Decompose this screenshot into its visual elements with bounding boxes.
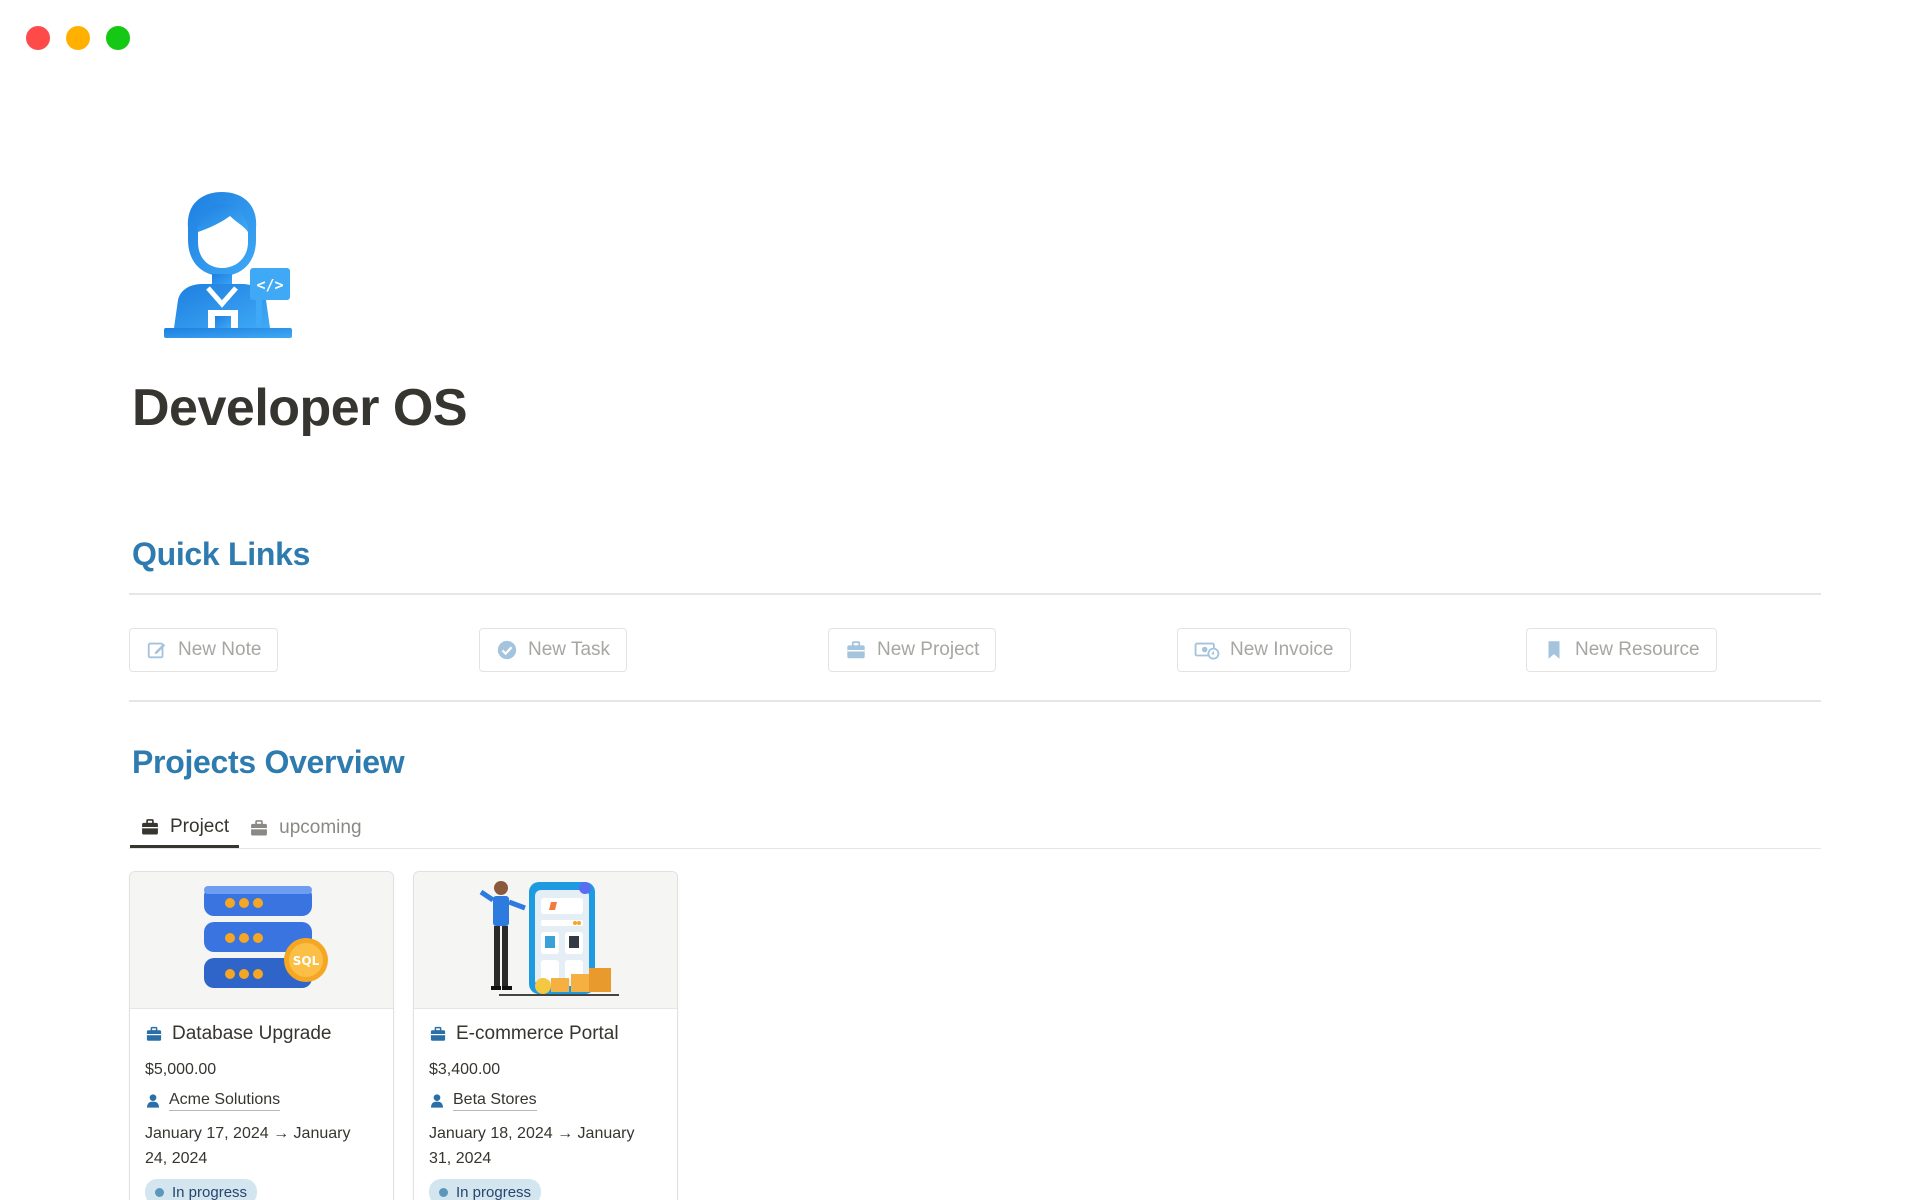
tabs-divider [129, 848, 1821, 849]
projects-overview-heading: Projects Overview [132, 744, 405, 780]
svg-text:</>: </> [256, 276, 283, 294]
check-circle-icon [497, 640, 517, 660]
card-title[interactable]: Database Upgrade [172, 1023, 332, 1045]
tab-label: Project [170, 815, 230, 837]
status-badge: In progress [145, 1179, 258, 1200]
briefcase-icon [251, 820, 268, 836]
new-task-label: New Task [528, 639, 611, 660]
close-window-button[interactable] [26, 26, 50, 50]
new-resource-label: New Resource [1575, 639, 1700, 660]
new-task-button[interactable]: New Task [479, 628, 628, 672]
project-card-database-upgrade[interactable]: SQL Database Upgrade $5,000.00 Acme Solu [129, 871, 394, 1200]
money-icon [1194, 642, 1220, 660]
dates-line-2: 24, 2024 [145, 1150, 208, 1167]
status-label: In progress [456, 1183, 532, 1200]
tab-upcoming[interactable]: upcoming [239, 808, 371, 848]
svg-text:SQL: SQL [292, 954, 319, 968]
ecommerce-shop-illustration [479, 881, 619, 996]
client-link[interactable]: Acme Solutions [145, 1091, 378, 1111]
new-note-button[interactable]: New Note [129, 628, 279, 672]
dates-line-2: 31, 2024 [429, 1150, 492, 1167]
briefcase-icon [847, 641, 865, 659]
new-project-label: New Project [877, 639, 980, 660]
tab-label: upcoming [279, 817, 362, 838]
person-icon [147, 1094, 159, 1108]
person-icon [431, 1094, 443, 1108]
project-dates: January 17, 2024 → January 24, 2024 [145, 1121, 378, 1171]
minimize-window-button[interactable] [66, 26, 90, 50]
briefcase-icon [146, 1026, 162, 1041]
client-name: Beta Stores [453, 1091, 537, 1111]
notion-page: </> Developer OS Quick Links New Note Ne… [0, 0, 1920, 1200]
status-label: In progress [172, 1183, 248, 1200]
new-project-button[interactable]: New Project [828, 628, 997, 672]
new-invoice-label: New Invoice [1230, 639, 1334, 660]
window-controls [26, 26, 130, 50]
project-card-ecommerce-portal[interactable]: E-commerce Portal $3,400.00 Beta Stores … [413, 871, 678, 1200]
status-badge: In progress [429, 1179, 542, 1200]
divider [129, 700, 1821, 702]
status-dot [155, 1187, 164, 1197]
briefcase-icon [430, 1026, 446, 1041]
bookmark-icon [1548, 641, 1560, 659]
new-resource-button[interactable]: New Resource [1526, 628, 1717, 672]
new-note-label: New Note [178, 639, 262, 660]
status-dot [439, 1187, 448, 1197]
client-name: Acme Solutions [169, 1091, 281, 1111]
project-price: $3,400.00 [429, 1061, 501, 1078]
divider [129, 593, 1821, 595]
client-link[interactable]: Beta Stores [429, 1091, 662, 1111]
new-invoice-button[interactable]: New Invoice [1177, 628, 1351, 672]
card-cover: SQL [130, 872, 393, 1009]
developer-avatar-icon[interactable]: </> [160, 188, 294, 342]
project-price: $5,000.00 [145, 1061, 217, 1078]
project-dates: January 18, 2024 → January 31, 2024 [429, 1121, 662, 1171]
briefcase-icon [142, 818, 158, 834]
view-tabs: Project upcoming [130, 808, 372, 848]
card-title[interactable]: E-commerce Portal [456, 1023, 619, 1045]
page-title[interactable]: Developer OS [132, 378, 468, 438]
card-cover [414, 872, 677, 1009]
dates-line-1: January 18, 2024 → January [429, 1125, 635, 1142]
maximize-window-button[interactable] [106, 26, 130, 50]
edit-icon [147, 642, 166, 659]
tab-project[interactable]: Project [130, 808, 240, 848]
database-sql-illustration: SQL [203, 886, 328, 988]
dates-line-1: January 17, 2024 → January [145, 1125, 351, 1142]
quick-links-heading: Quick Links [132, 536, 311, 572]
